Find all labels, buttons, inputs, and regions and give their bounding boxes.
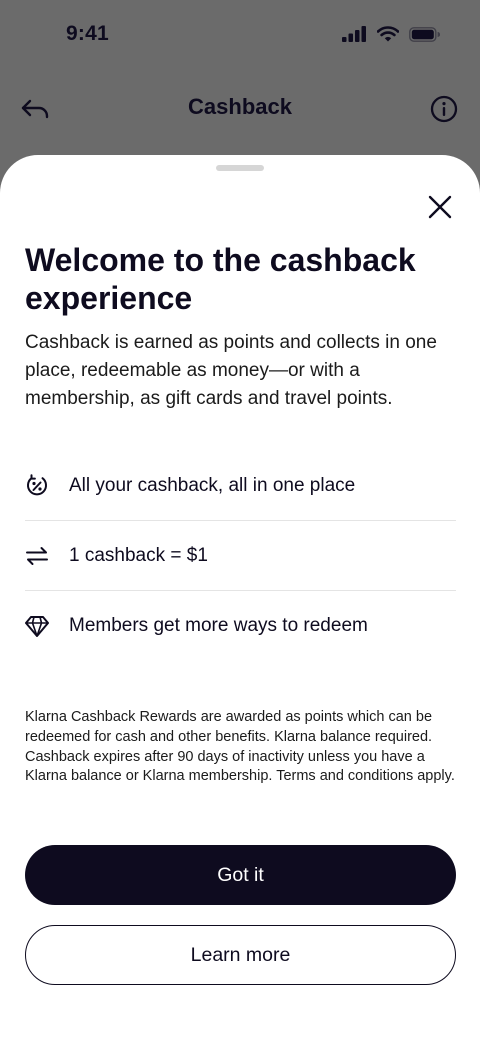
nav-bar: Cashback [0, 80, 480, 138]
wifi-icon [377, 26, 399, 42]
feature-label: All your cashback, all in one place [69, 474, 356, 496]
sheet-title: Welcome to the cashback experience [25, 242, 416, 316]
battery-icon [409, 26, 440, 42]
cashback-cycle-icon [25, 473, 49, 498]
feature-item: 1 cashback = $1 [25, 521, 456, 591]
signal-icon [342, 26, 366, 42]
feature-item: All your cashback, all in one place [25, 451, 456, 521]
status-bar: 9:41 [0, 0, 480, 70]
status-time: 9:41 [66, 22, 109, 45]
close-button[interactable] [424, 191, 456, 223]
feature-item: Members get more ways to redeem [25, 591, 456, 660]
learn-more-button[interactable]: Learn more [25, 925, 456, 985]
feature-label: 1 cashback = $1 [69, 544, 208, 566]
disclaimer-text: Klarna Cashback Rewards are awarded as p… [25, 709, 455, 785]
got-it-button[interactable]: Got it [25, 845, 456, 905]
sheet-grabber[interactable] [216, 165, 264, 171]
feature-list: All your cashback, all in one place 1 ca… [25, 451, 456, 660]
info-icon [430, 95, 458, 123]
cashback-welcome-sheet: Welcome to the cashback experience Cashb… [0, 155, 480, 1040]
close-icon [428, 195, 452, 219]
info-button[interactable] [428, 93, 460, 125]
feature-label: Members get more ways to redeem [69, 614, 368, 636]
sheet-description: Cashback is earned as points and collect… [25, 332, 437, 409]
page-title: Cashback [188, 94, 292, 119]
status-icons [342, 26, 440, 42]
exchange-arrows-icon [25, 544, 49, 568]
diamond-icon [25, 614, 49, 638]
